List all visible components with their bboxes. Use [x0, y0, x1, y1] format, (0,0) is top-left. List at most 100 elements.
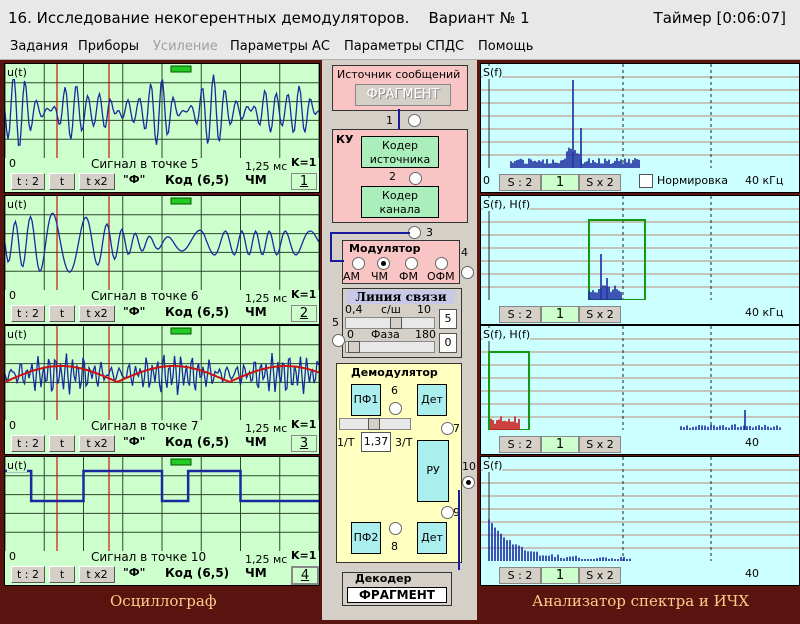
time-x2-button[interactable]: t x2: [79, 435, 115, 452]
message-source-block: Источник сообщений ФРАГМЕНТ: [332, 65, 468, 111]
trigger-marker: [171, 328, 191, 334]
scale-x2-button[interactable]: S x 2: [579, 174, 621, 191]
point-2-label: 2: [389, 170, 396, 183]
pf1-block[interactable]: ПФ1: [351, 384, 381, 416]
phase-label: Фаза: [371, 328, 400, 341]
time-button[interactable]: t: [49, 305, 75, 322]
phase-value[interactable]: 0: [439, 333, 457, 353]
channel-block: Линия связи 0,4 с/ш 10 5 0 Фаза 180 0: [342, 288, 462, 358]
source-coder-block[interactable]: Кодер источника: [361, 136, 439, 168]
det2-block[interactable]: Дет: [417, 522, 447, 554]
normalize-checkbox[interactable]: [639, 174, 653, 188]
point-6-radio[interactable]: [389, 402, 402, 415]
scale-div2-button[interactable]: S : 2: [499, 567, 541, 584]
spectrum-ylabel: S(f): [483, 66, 502, 79]
scale-x2-button[interactable]: S x 2: [579, 567, 621, 584]
message-label: "Ф": [123, 173, 145, 186]
menu-help[interactable]: Помощь: [478, 39, 533, 54]
time-x2-button[interactable]: t x2: [79, 173, 115, 190]
mod-pm-radio[interactable]: [405, 257, 418, 270]
mod-dpm-label: ОФМ: [427, 270, 455, 283]
scale-div2-button[interactable]: S : 2: [499, 436, 541, 453]
decision-block[interactable]: РУ: [417, 440, 449, 502]
spectrum-panel-3: S(f), H(f) S : 21S x 2 40: [480, 325, 800, 455]
det1-block[interactable]: Дет: [417, 384, 447, 416]
menu-spds-params[interactable]: Параметры СПДС: [344, 39, 464, 54]
time-x2-button[interactable]: t x2: [79, 305, 115, 322]
point-1-radio[interactable]: [408, 114, 421, 127]
scale-div2-button[interactable]: S : 2: [499, 306, 541, 323]
message-source-select[interactable]: ФРАГМЕНТ: [355, 84, 451, 106]
point-5-label: 5: [332, 316, 339, 329]
scope-ylabel: u(t): [7, 459, 27, 472]
threshold-max: 3/T: [395, 436, 412, 449]
phase-slider-thumb[interactable]: [348, 341, 360, 353]
mod-fm-radio[interactable]: [377, 257, 390, 270]
time-x2-button[interactable]: t x2: [79, 566, 115, 583]
time-div2-button[interactable]: t : 2: [11, 566, 45, 583]
time-div2-button[interactable]: t : 2: [11, 435, 45, 452]
mod-am-radio[interactable]: [352, 257, 365, 270]
snr-value[interactable]: 5: [439, 309, 457, 329]
scale-value: 1: [541, 174, 579, 191]
modulation-label: ЧМ: [245, 566, 267, 580]
threshold-slider-thumb[interactable]: [368, 418, 380, 430]
mod-dpm-radio[interactable]: [435, 257, 448, 270]
time-button[interactable]: t: [49, 173, 75, 190]
spectrum-plot: [481, 457, 799, 561]
menu-gain: Усиление: [153, 39, 218, 54]
threshold-value[interactable]: 1,37: [361, 432, 391, 452]
spectrum-analyzer-title: Анализатор спектра и ИЧХ: [532, 592, 749, 610]
threshold-slider[interactable]: [339, 418, 411, 430]
spectrum-zero-label: 0: [483, 174, 490, 187]
snr-max: 10: [417, 303, 431, 316]
spectrum-panel-4: S(f) S : 21S x 2 40: [480, 456, 800, 586]
phase-max: 180: [415, 328, 436, 341]
point-8-label: 8: [391, 540, 398, 553]
scope-caption: Сигнал в точке 10: [91, 550, 206, 564]
scope-channel-3: u(t) 0 Сигнал в точке 7 1,25 мс K=1 t : 2tt x…: [4, 325, 320, 455]
scale-x2-button[interactable]: S x 2: [579, 306, 621, 323]
wire: [398, 109, 400, 129]
time-div2-button[interactable]: t : 2: [11, 173, 45, 190]
wire: [330, 232, 410, 234]
channel-number-button[interactable]: 1: [291, 173, 317, 190]
mod-fm-label: ЧМ: [371, 270, 388, 283]
menu-tasks[interactable]: Задания: [10, 39, 68, 54]
menu-as-params[interactable]: Параметры АС: [230, 39, 330, 54]
frequency-unit: 40 кГц: [745, 174, 783, 187]
time-div2-button[interactable]: t : 2: [11, 305, 45, 322]
oscilloscope-title: Осциллограф: [110, 592, 217, 610]
frequency-unit: 40: [745, 567, 759, 580]
scope-gain-label: K=1: [291, 288, 316, 301]
phase-slider[interactable]: [345, 341, 435, 353]
message-label: "Ф": [123, 305, 145, 318]
scope-plot: [5, 196, 319, 290]
channel-number-button[interactable]: 2: [291, 305, 317, 322]
time-button[interactable]: t: [49, 566, 75, 583]
pf2-block[interactable]: ПФ2: [351, 522, 381, 554]
menu-devices[interactable]: Приборы: [78, 39, 139, 54]
scope-zero-label: 0: [9, 289, 16, 302]
scope-channel-1: u(t) 0 Сигнал в точке 5 1,25 мс K=1 t : 2tt x…: [4, 63, 320, 193]
scope-time-label: 1,25 мс: [245, 553, 287, 566]
point-10-radio[interactable]: [462, 476, 475, 489]
point-5-radio[interactable]: [332, 334, 345, 347]
code-label: Код (6,5): [165, 173, 229, 187]
point-4-radio[interactable]: [461, 266, 474, 279]
point-8-radio[interactable]: [389, 522, 402, 535]
point-2-radio[interactable]: [409, 172, 422, 185]
channel-number-button[interactable]: 4: [291, 566, 319, 585]
scale-div2-button[interactable]: S : 2: [499, 174, 541, 191]
channel-number-button[interactable]: 3: [291, 435, 317, 452]
point-6-label: 6: [391, 384, 398, 397]
scale-value: 1: [541, 436, 579, 453]
menu-bar: Задания Приборы Усиление Параметры АС Па…: [0, 36, 800, 60]
scale-x2-button[interactable]: S x 2: [579, 436, 621, 453]
time-button[interactable]: t: [49, 435, 75, 452]
channel-coder-inner[interactable]: Кодер канала: [361, 186, 439, 218]
wire: [330, 260, 344, 262]
window-title: 16. Исследование некогерентных демодулят…: [8, 9, 530, 27]
scale-value: 1: [541, 567, 579, 584]
scope-zero-label: 0: [9, 550, 16, 563]
